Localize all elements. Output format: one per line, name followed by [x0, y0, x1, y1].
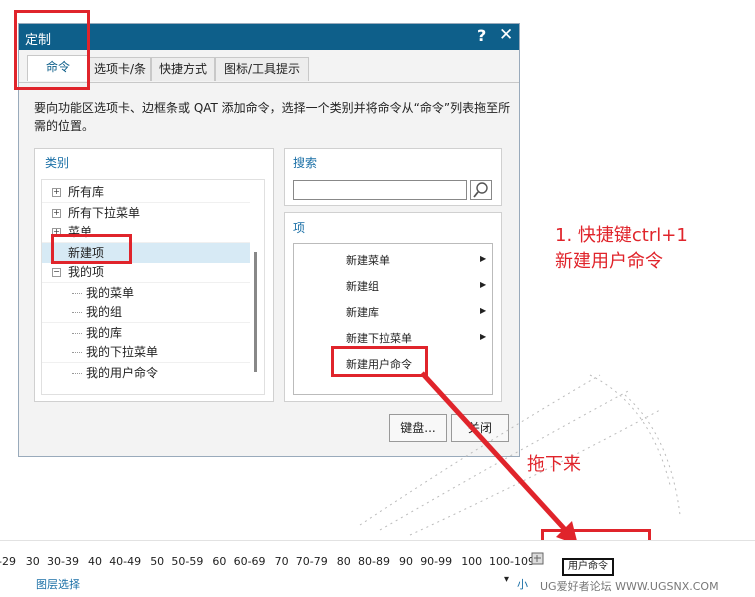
description-text: 要向功能区选项卡、边框条或 QAT 添加命令，选择一个类别并将命令从“命令”列表… [34, 101, 511, 133]
expander-icon[interactable]: + [52, 188, 61, 197]
submenu-arrow-icon: ▶ [480, 280, 487, 289]
tree-item[interactable]: 我的库 [42, 322, 250, 343]
layer-range-item[interactable]: 100 [461, 555, 482, 568]
annotation-line: 新建用户命令 [555, 251, 663, 272]
tab-label: 图标/工具提示 [223, 62, 301, 76]
layer-range-item[interactable]: 40 [88, 555, 102, 568]
annotation-drag: 拖下来 [527, 454, 581, 475]
annotation-step1: 1. 快捷键ctrl+1 新建用户命令 [555, 223, 688, 275]
tree-item-label: 所有库 [68, 185, 105, 199]
layer-range-item[interactable]: 40-49 [109, 555, 141, 568]
tab-divider [19, 82, 519, 83]
annotation-line: 1. 快捷键ctrl+1 [555, 225, 688, 246]
user-command-button[interactable]: 用户命令 [562, 558, 614, 576]
close-icon[interactable]: ✕ [499, 25, 513, 45]
layer-toolbar: -29 30 30-39 40 40-49 50 50-59 60 60-69 70 70-79 80… [0, 540, 755, 597]
layer-range-item[interactable]: 30 [26, 555, 40, 568]
category-tree[interactable]: + 所有库 + 所有下拉菜单 + 菜单 新建项 − 我的项 我的菜单 我的组 我的库 我的下拉菜单 我的用… [41, 179, 265, 395]
search-panel: 搜索 [284, 148, 502, 206]
highlight-commands-tab [14, 10, 90, 90]
category-panel: 类别 + 所有库 + 所有下拉菜单 + 菜单 新建项 − 我的项 我的菜单 我的组 我的库 我的下拉菜单… [34, 148, 274, 402]
layer-range-item[interactable]: 90-99 [420, 555, 452, 568]
item-entry[interactable]: 新建菜单 [346, 252, 390, 268]
item-entry[interactable]: 新建库 [346, 304, 379, 320]
tree-connector [72, 293, 82, 295]
tree-item[interactable]: 我的下拉菜单 [42, 342, 250, 362]
expander-icon[interactable]: + [52, 209, 61, 218]
search-icon [473, 182, 488, 198]
tree-connector [72, 352, 82, 354]
search-button[interactable] [470, 180, 492, 200]
expander-icon[interactable]: − [52, 268, 61, 277]
tree-connector [72, 312, 82, 314]
tree-item[interactable]: 我的菜单 [42, 282, 250, 303]
small-label: 小 [517, 578, 528, 591]
tab-label: 快捷方式 [158, 62, 207, 76]
submenu-arrow-icon: ▶ [480, 306, 487, 315]
tab-icons-tooltips[interactable]: 图标/工具提示 [215, 57, 309, 81]
layer-range-item[interactable]: 70-79 [296, 555, 328, 568]
tab-tabs-bars[interactable]: 选项卡/条 [89, 57, 151, 81]
watermark: UG爱好者论坛 WWW.UGSNX.COM [540, 580, 719, 593]
highlight-new-item [51, 234, 132, 264]
tree-item-label: 我的组 [86, 305, 123, 319]
dropdown-icon[interactable]: ▾ [504, 574, 509, 585]
help-icon[interactable]: ? [477, 26, 486, 45]
tab-label: 选项卡/条 [93, 62, 147, 76]
item-entry[interactable]: 新建下拉菜单 [346, 330, 412, 346]
submenu-arrow-icon: ▶ [480, 254, 487, 263]
category-title: 类别 [45, 156, 70, 170]
tree-item-label: 所有下拉菜单 [68, 206, 141, 220]
layer-range-item[interactable]: 80-89 [358, 555, 390, 568]
layer-range-item[interactable]: 50-59 [171, 555, 203, 568]
tree-item[interactable]: + 所有库 [42, 182, 250, 202]
search-input[interactable] [293, 180, 467, 200]
layer-select-label: 图层选择 [36, 578, 80, 591]
title-bar[interactable]: 定制 ? ✕ [19, 24, 519, 50]
layer-range-item[interactable]: 60 [212, 555, 226, 568]
command-icon[interactable] [530, 551, 546, 567]
tree-item-label: 我的库 [86, 326, 123, 340]
submenu-arrow-icon: ▶ [480, 332, 487, 341]
tree-item[interactable]: 我的组 [42, 302, 250, 322]
layer-range-item[interactable]: 30-39 [47, 555, 79, 568]
layer-range-item[interactable]: 80 [337, 555, 351, 568]
layer-range-item[interactable]: 50 [150, 555, 164, 568]
tab-shortcuts[interactable]: 快捷方式 [151, 57, 215, 81]
tree-item-label: 我的项 [68, 265, 105, 279]
layer-range-item[interactable]: 100-109 [489, 555, 535, 568]
tree-item-label: 我的用户命令 [86, 366, 159, 380]
tree-item-label: 我的菜单 [86, 286, 135, 300]
tree-item[interactable]: − 我的项 [42, 262, 250, 282]
tree-connector [72, 333, 82, 335]
layer-range-item[interactable]: 70 [275, 555, 289, 568]
items-title: 项 [293, 221, 306, 235]
layer-range-item[interactable]: 60-69 [234, 555, 266, 568]
tree-item[interactable]: + 所有下拉菜单 [42, 202, 250, 223]
item-entry[interactable]: 新建组 [346, 278, 379, 294]
layer-range-item[interactable]: 90 [399, 555, 413, 568]
tree-item[interactable]: 我的用户命令 [42, 362, 250, 383]
tree-scrollbar[interactable] [254, 252, 257, 372]
search-title: 搜索 [293, 156, 318, 170]
tree-connector [72, 373, 82, 375]
tree-item-label: 我的下拉菜单 [86, 345, 159, 359]
layer-range-item[interactable]: -29 [0, 555, 16, 568]
